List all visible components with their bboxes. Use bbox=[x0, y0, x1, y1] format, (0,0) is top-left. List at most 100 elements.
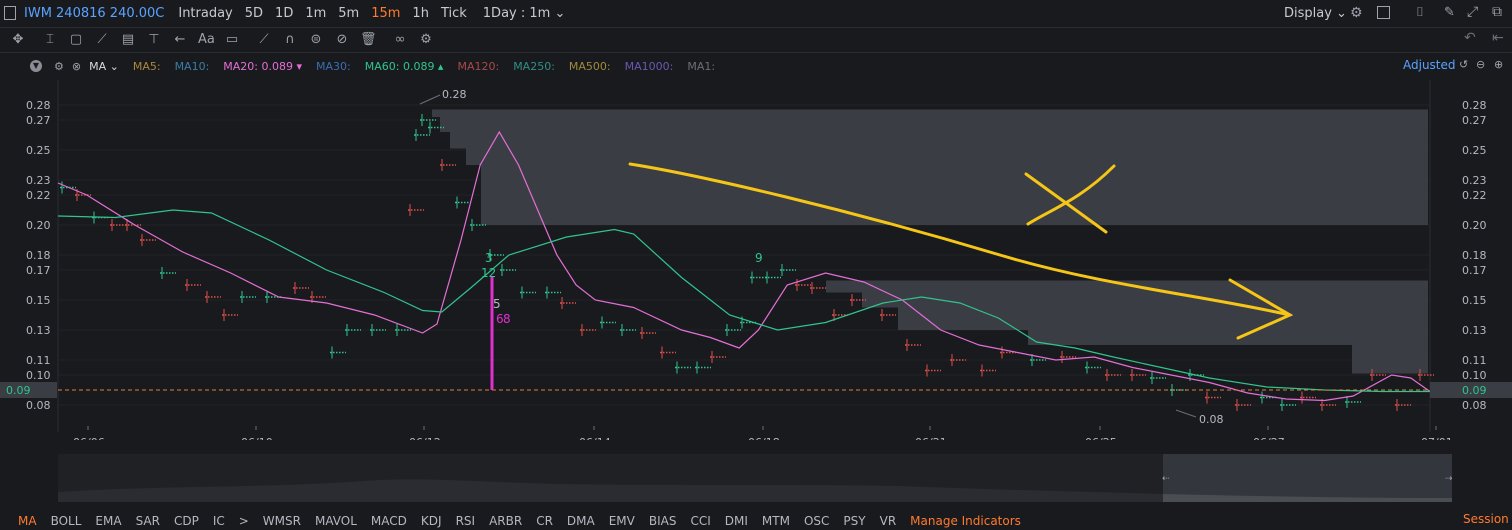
supply-zone[interactable] bbox=[1352, 345, 1428, 374]
display-menu[interactable]: Display ⌄ bbox=[1284, 6, 1347, 21]
ma-close-icon[interactable]: ⊗ bbox=[72, 60, 81, 73]
range-select[interactable]: 1Day : 1m ⌄ bbox=[483, 6, 566, 21]
indicator-tab-rsi[interactable]: RSI bbox=[456, 514, 476, 528]
supply-zone[interactable] bbox=[432, 109, 1428, 118]
high-price-label: 0.28 bbox=[442, 88, 467, 101]
magnet-icon[interactable]: ∩ bbox=[282, 32, 298, 48]
arrow-icon[interactable]: ← bbox=[172, 32, 188, 48]
fib-icon[interactable]: ⊤ bbox=[146, 32, 162, 48]
sidebar-toggle-icon[interactable] bbox=[4, 6, 16, 20]
navigator-left-handle-icon[interactable]: ⇠ bbox=[1162, 474, 1170, 484]
indicator-tab-macd[interactable]: MACD bbox=[371, 514, 407, 528]
tool-settings-icon[interactable]: ⚙ bbox=[418, 32, 434, 48]
ma-label: MA bbox=[89, 59, 107, 73]
collapse-ma-icon[interactable]: ▼ bbox=[30, 60, 42, 72]
lock-drawing-icon[interactable]: ⊜ bbox=[308, 32, 324, 48]
pencil-icon[interactable]: ✎ bbox=[1444, 5, 1455, 20]
chevron-down-icon: ⌄ bbox=[554, 6, 566, 21]
timeframe-tab-1h[interactable]: 1h bbox=[412, 6, 429, 21]
settings-icon[interactable]: ⚙ bbox=[1350, 5, 1363, 21]
crosshair-icon[interactable]: ⌶ bbox=[42, 32, 58, 48]
indicator-tab-sar[interactable]: SAR bbox=[136, 514, 160, 528]
indicator-tab-mavol[interactable]: MAVOL bbox=[315, 514, 357, 528]
zoom-in-icon[interactable]: ⊕ bbox=[1494, 58, 1503, 71]
supply-zone[interactable] bbox=[481, 165, 1428, 225]
indicator-tab-ma[interactable]: MA bbox=[18, 514, 37, 528]
indicator-tab-cr[interactable]: CR bbox=[536, 514, 553, 528]
comment-icon[interactable]: ▭ bbox=[224, 32, 240, 48]
left-tick-label: 0.11 bbox=[26, 354, 51, 367]
indicator-tab-vr[interactable]: VR bbox=[880, 514, 897, 528]
supply-zone[interactable] bbox=[466, 148, 1428, 166]
left-tick-label: 0.23 bbox=[26, 174, 51, 187]
ma-settings-icon[interactable]: ⚙ bbox=[54, 60, 64, 73]
reset-icon[interactable]: ↺ bbox=[1459, 58, 1468, 71]
timeframe-tab-1m[interactable]: 1m bbox=[305, 6, 326, 21]
current-price-right: 0.09 bbox=[1462, 384, 1487, 397]
navigator-window[interactable] bbox=[1163, 454, 1452, 502]
supply-zone[interactable] bbox=[1028, 330, 1428, 345]
navigator-right-handle-icon[interactable]: ⇢ bbox=[1445, 474, 1453, 484]
indicator-tab-psy[interactable]: PSY bbox=[843, 514, 865, 528]
ma-item: MA1000: bbox=[624, 59, 674, 73]
session-button[interactable]: Session bbox=[1463, 512, 1509, 526]
right-tick-label: 0.23 bbox=[1462, 174, 1487, 187]
move-icon[interactable]: ✥ bbox=[10, 32, 26, 48]
indicator-tab-osc[interactable]: OSC bbox=[804, 514, 829, 528]
indicator-tab-wmsr[interactable]: WMSR bbox=[263, 514, 301, 528]
range-navigator[interactable]: ⇠ ⇢ bbox=[0, 452, 1512, 502]
timeframe-tab-intraday[interactable]: Intraday bbox=[178, 6, 232, 21]
indicator-tab-cdp[interactable]: CDP bbox=[174, 514, 199, 528]
supply-zone[interactable] bbox=[826, 280, 1428, 293]
popout-icon[interactable]: ⧉ bbox=[1492, 4, 1502, 20]
ma-select[interactable]: MA ⌄ bbox=[89, 60, 119, 73]
fullscreen-icon[interactable]: ⤢ bbox=[1467, 4, 1478, 20]
right-tick-label: 0.22 bbox=[1462, 189, 1487, 202]
link-icon[interactable]: ∞ bbox=[392, 32, 408, 48]
indicator-tab-cci[interactable]: CCI bbox=[690, 514, 710, 528]
timeframe-tab-5d[interactable]: 5D bbox=[245, 6, 263, 21]
indicator-tab-ema[interactable]: EMA bbox=[95, 514, 121, 528]
timeframe-tab-5m[interactable]: 5m bbox=[338, 6, 359, 21]
rectangle-icon[interactable]: ▢ bbox=[68, 32, 84, 48]
date-tick-label: 06/06 bbox=[73, 436, 105, 440]
undo-icon[interactable]: ↶ bbox=[1464, 30, 1476, 46]
supply-zone[interactable] bbox=[862, 292, 1428, 308]
indicator-tab-kdj[interactable]: KDJ bbox=[421, 514, 442, 528]
supply-zone[interactable] bbox=[440, 117, 1428, 132]
pattern-icon[interactable]: ▤ bbox=[120, 32, 136, 48]
timeframe-tab-tick[interactable]: Tick bbox=[441, 6, 467, 21]
ruler-icon[interactable]: ⟋ bbox=[256, 32, 272, 48]
timeframe-tab-15m[interactable]: 15m bbox=[371, 6, 400, 21]
indicator-tab-dma[interactable]: DMA bbox=[567, 514, 595, 528]
timeframe-tab-1d[interactable]: 1D bbox=[275, 6, 293, 21]
supply-zone[interactable] bbox=[898, 307, 1428, 331]
indicator-tab-bias[interactable]: BIAS bbox=[649, 514, 677, 528]
annotation-9: 9 bbox=[755, 251, 763, 265]
ma-item: MA30: bbox=[316, 59, 351, 73]
adjusted-label[interactable]: Adjusted bbox=[1403, 58, 1456, 72]
layout-icon[interactable] bbox=[1377, 6, 1390, 19]
indicator-tab-arbr[interactable]: ARBR bbox=[489, 514, 522, 528]
ma-item: MA250: bbox=[513, 59, 555, 73]
indicator-tab-mtm[interactable]: MTM bbox=[762, 514, 790, 528]
zoom-out-icon[interactable]: ⊖ bbox=[1476, 58, 1485, 71]
indicator-tab-boll[interactable]: BOLL bbox=[51, 514, 82, 528]
supply-zone[interactable] bbox=[450, 132, 1428, 149]
hide-drawing-icon[interactable]: ⊘ bbox=[334, 32, 350, 48]
timeframe-tabs: Intraday 5D 1D 1m 5m 15m 1h Tick bbox=[164, 6, 466, 21]
right-tick-label: 0.25 bbox=[1462, 144, 1487, 157]
indicator-tab-ic[interactable]: IC bbox=[213, 514, 225, 528]
symbol-title[interactable]: IWM 240816 240.00C bbox=[24, 6, 164, 21]
collapse-icon[interactable]: ⇤ bbox=[1492, 30, 1504, 46]
indicator-tab-dmi[interactable]: DMI bbox=[725, 514, 748, 528]
trash-icon[interactable]: 🗑 bbox=[360, 32, 377, 48]
indicator-tab-more[interactable]: > bbox=[239, 514, 249, 528]
price-chart[interactable]: 0.28 0.27 0.25 0.23 0.22 0.20 0.18 0.17 0.15 0.13… bbox=[0, 80, 1512, 440]
display-label: Display bbox=[1284, 6, 1332, 21]
indicator-tab-emv[interactable]: EMV bbox=[609, 514, 635, 528]
text-icon[interactable]: Aa bbox=[198, 32, 215, 48]
camera-icon[interactable]: ⌷ bbox=[1416, 5, 1424, 20]
manage-indicators-button[interactable]: Manage Indicators bbox=[910, 514, 1021, 528]
trend-line-icon[interactable]: ⟋ bbox=[94, 32, 110, 48]
